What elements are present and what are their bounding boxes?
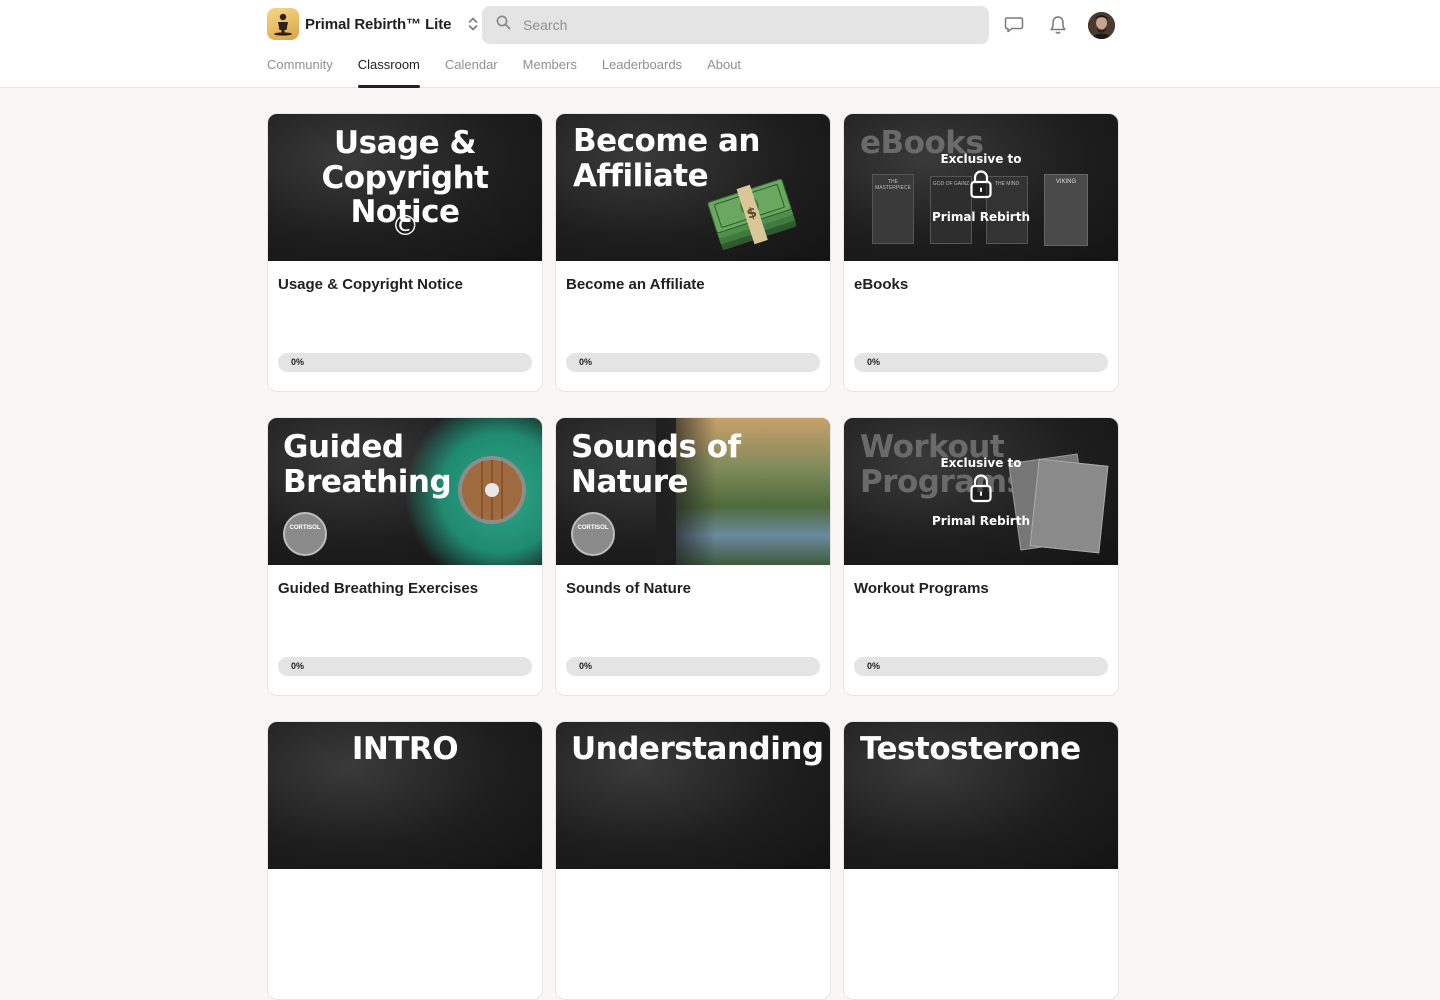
course-card-testosterone[interactable]: Testosterone	[843, 721, 1119, 1000]
course-card-guided-breathing[interactable]: Guided Breathing CORTISOL Guided Breathi…	[267, 417, 543, 696]
tab-community[interactable]: Community	[267, 50, 333, 88]
user-avatar[interactable]	[1088, 12, 1115, 39]
course-thumbnail: Sounds of Nature CORTISOL	[556, 418, 830, 565]
locked-overlay: Exclusive to Primal Rebirth	[932, 152, 1030, 224]
progress-label: 0%	[867, 661, 881, 671]
course-card-usage-copyright[interactable]: Usage & Copyright Notice © Usage & Copyr…	[267, 113, 543, 392]
course-title: Sounds of Nature	[566, 580, 692, 597]
thumb-heading: Sounds of Nature	[571, 429, 741, 500]
viking-logo-icon	[274, 13, 292, 36]
tab-members[interactable]: Members	[523, 50, 577, 88]
course-thumbnail: eBooks THE MASTERPIECE GOD OF GAINZ THE …	[844, 114, 1118, 261]
course-card-become-affiliate[interactable]: Become an Affiliate $ Become an Affiliat…	[555, 113, 831, 392]
course-card-workout-programs[interactable]: Workout Programs Exclusive to Primal Reb…	[843, 417, 1119, 696]
brand: Primal Rebirth™ Lite	[267, 8, 481, 40]
progress-bar: 0%	[854, 657, 1108, 676]
money-stack-icon: $	[707, 178, 797, 250]
course-thumbnail: Become an Affiliate $	[556, 114, 830, 261]
progress-label: 0%	[579, 357, 593, 367]
course-card-understanding[interactable]: Understanding	[555, 721, 831, 1000]
course-thumbnail: Guided Breathing CORTISOL	[268, 418, 542, 565]
course-thumbnail: Understanding	[556, 722, 830, 869]
progress-bar: 0%	[566, 353, 820, 372]
cortisol-badge: CORTISOL	[571, 512, 615, 556]
course-title: eBooks	[854, 276, 909, 293]
brand-name[interactable]: Primal Rebirth™ Lite	[305, 16, 451, 33]
progress-bar: 0%	[566, 657, 820, 676]
brand-logo[interactable]	[267, 8, 299, 40]
notifications-bell-icon[interactable]	[1043, 10, 1073, 40]
progress-bar: 0%	[278, 353, 532, 372]
tab-calendar[interactable]: Calendar	[445, 50, 498, 88]
thumb-heading: Testosterone	[860, 731, 1081, 767]
thumb-heading: Guided Breathing	[283, 429, 452, 500]
tab-classroom[interactable]: Classroom	[357, 50, 421, 88]
tab-about[interactable]: About	[707, 50, 741, 88]
course-thumbnail: Testosterone	[844, 722, 1118, 869]
cortisol-badge: CORTISOL	[283, 512, 327, 556]
course-card-sounds-of-nature[interactable]: Sounds of Nature CORTISOL Sounds of Natu…	[555, 417, 831, 696]
progress-label: 0%	[291, 661, 305, 671]
course-title: Workout Programs	[854, 580, 989, 597]
course-title: Become an Affiliate	[566, 276, 705, 293]
course-thumbnail: Usage & Copyright Notice ©	[268, 114, 542, 261]
course-card-ebooks[interactable]: eBooks THE MASTERPIECE GOD OF GAINZ THE …	[843, 113, 1119, 392]
course-card-intro[interactable]: INTRO	[267, 721, 543, 1000]
community-switcher-icon[interactable]	[465, 12, 481, 36]
tab-leaderboards[interactable]: Leaderboards	[602, 50, 682, 88]
progress-bar: 0%	[854, 353, 1108, 372]
thumb-heading: INTRO	[351, 731, 459, 767]
progress-label: 0%	[867, 357, 881, 367]
locked-overlay: Exclusive to Primal Rebirth	[932, 456, 1030, 528]
progress-bar: 0%	[278, 657, 532, 676]
course-thumbnail: INTRO	[268, 722, 542, 869]
viking-shield-icon	[458, 456, 526, 524]
chat-icon[interactable]	[999, 10, 1029, 40]
progress-label: 0%	[579, 661, 593, 671]
progress-label: 0%	[291, 357, 305, 367]
course-title: Guided Breathing Exercises	[278, 580, 479, 597]
course-thumbnail: Workout Programs Exclusive to Primal Reb…	[844, 418, 1118, 565]
course-title: Usage & Copyright Notice	[278, 276, 464, 293]
lock-icon	[970, 170, 992, 199]
search-icon	[496, 15, 511, 35]
thumb-heading: Understanding	[571, 731, 824, 767]
lock-icon	[970, 474, 992, 503]
top-bar: Primal Rebirth™ Lite Search Community Cl…	[0, 0, 1440, 88]
search-input[interactable]	[523, 17, 963, 33]
search-bar	[482, 6, 989, 44]
main-tabs: Community Classroom Calendar Members Lea…	[267, 50, 766, 88]
copyright-icon: ©	[391, 209, 419, 242]
